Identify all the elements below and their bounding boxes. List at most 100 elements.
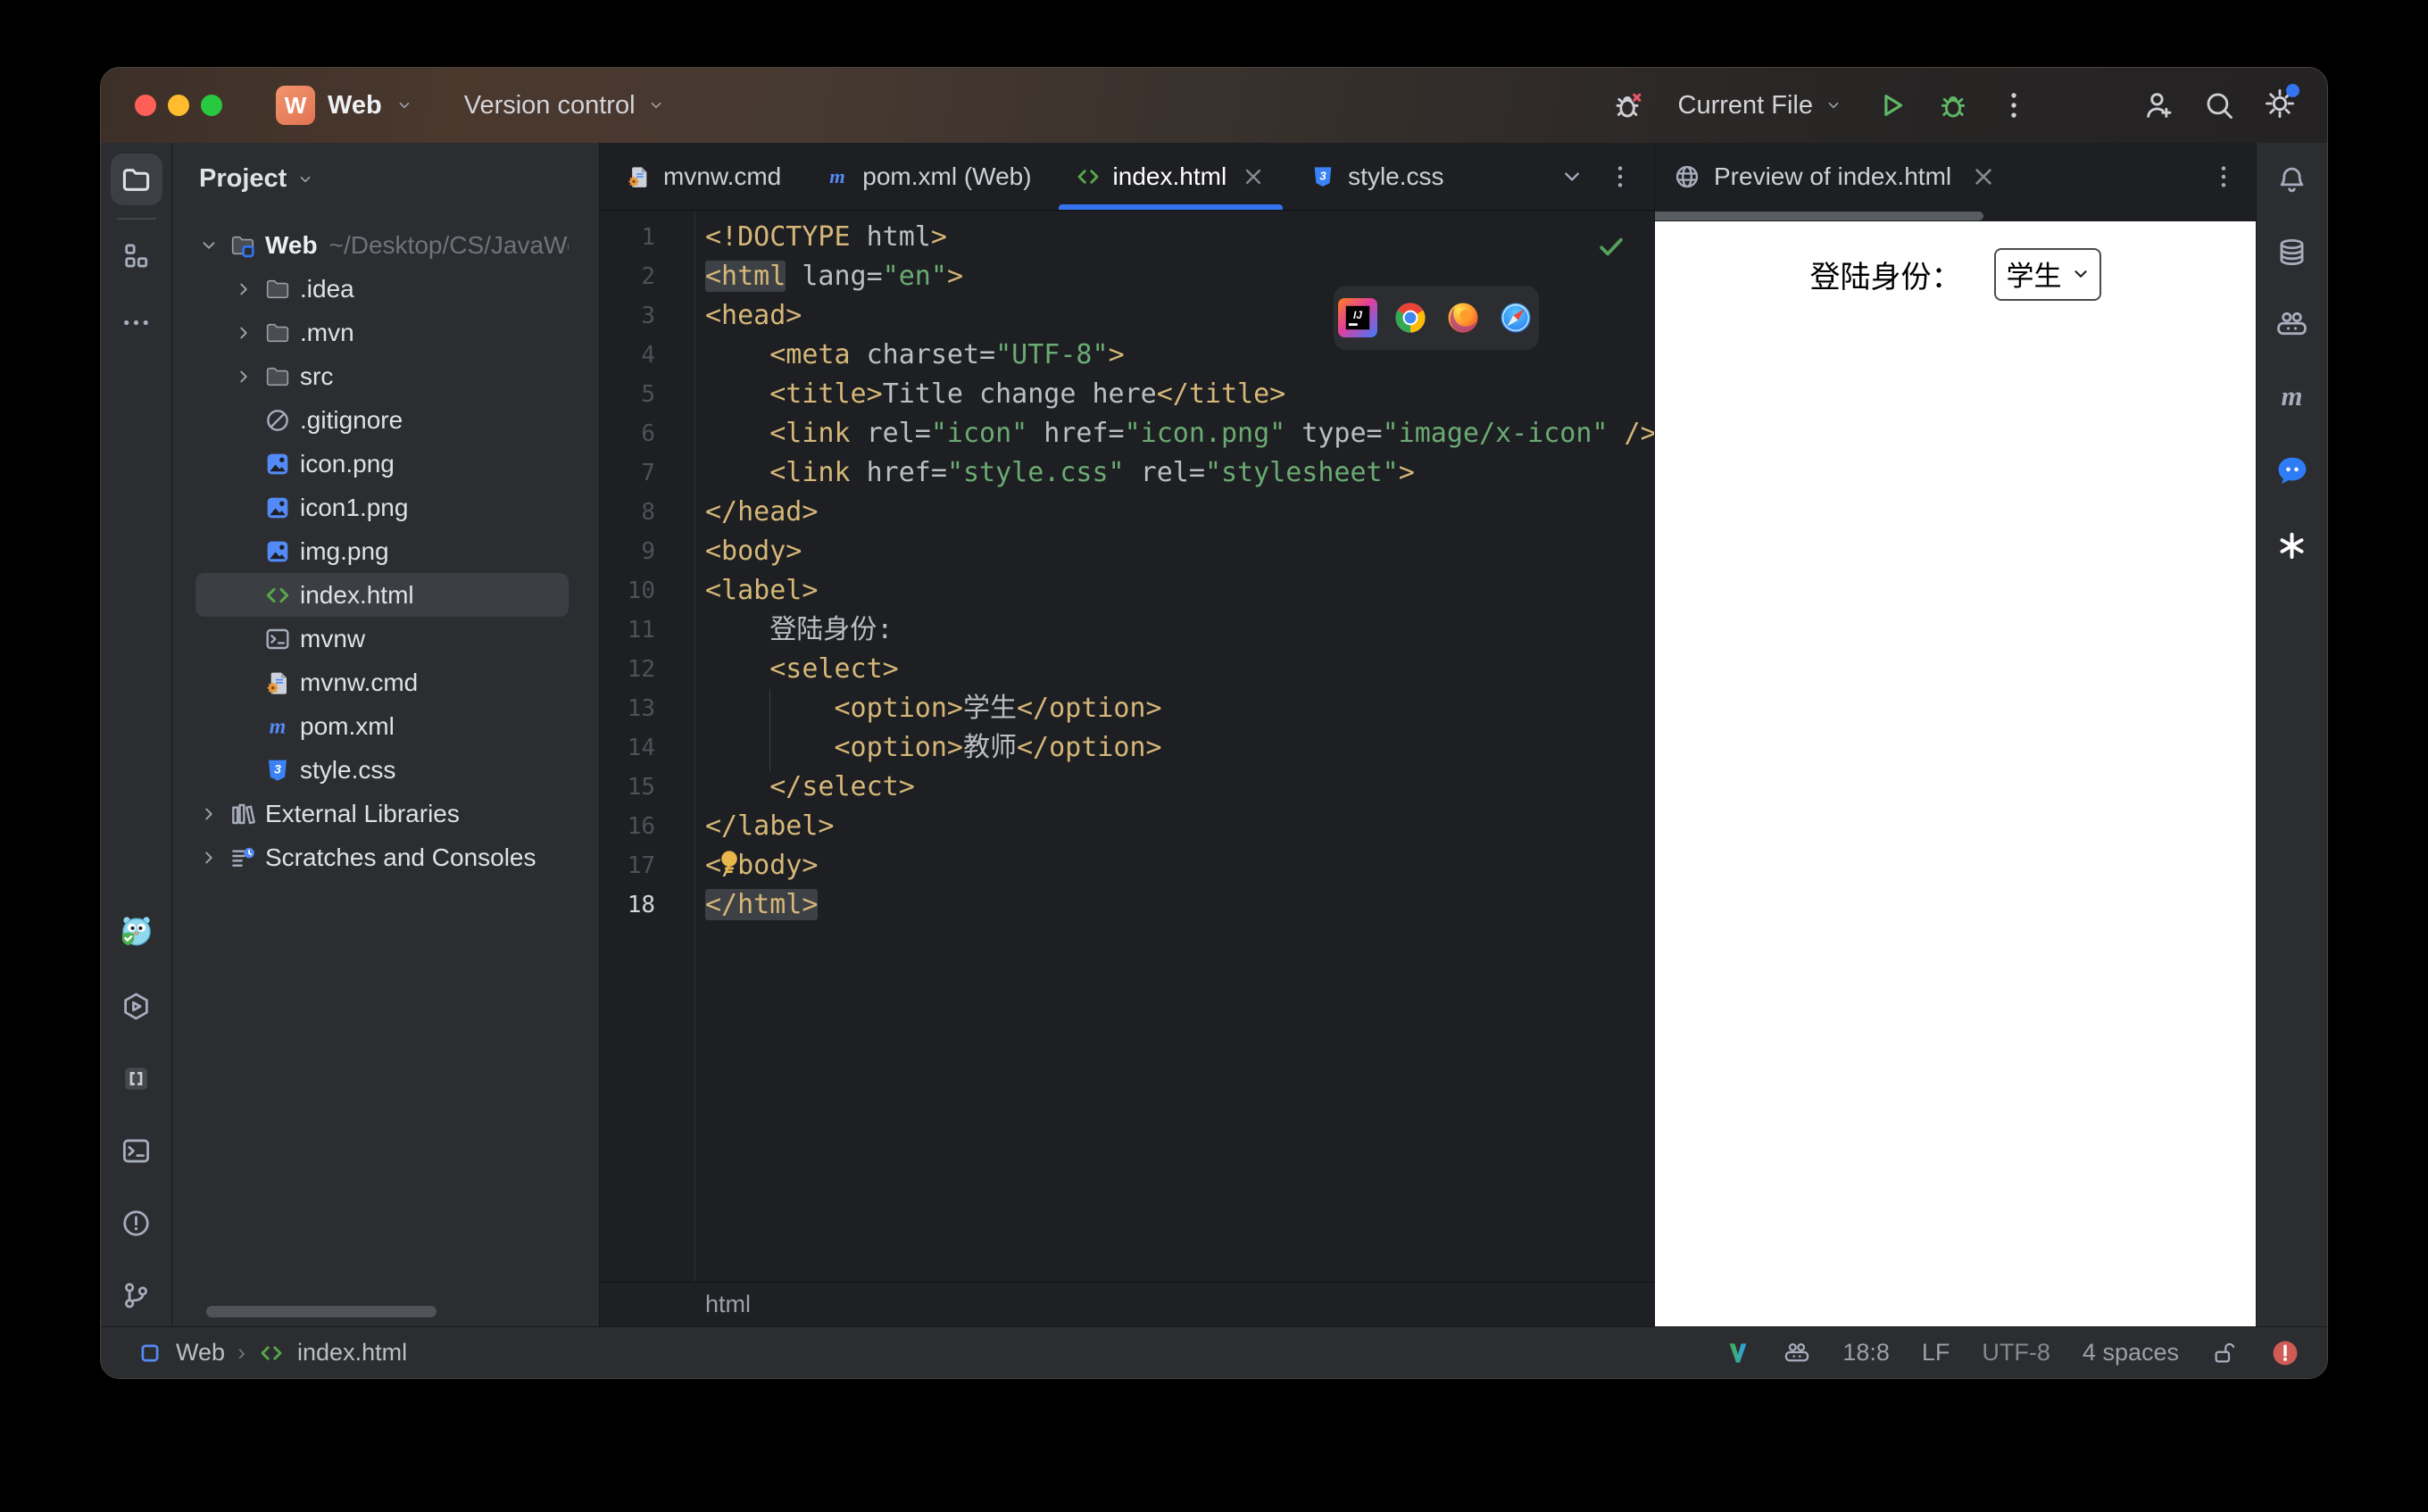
close-icon[interactable] xyxy=(1969,162,1998,191)
code-line-16[interactable]: 16 </label> xyxy=(600,807,1654,846)
identity-select[interactable]: 学生 xyxy=(1993,248,2101,301)
tree-item-img.png[interactable]: img.png xyxy=(195,529,569,573)
status-file[interactable]: index.html xyxy=(297,1339,407,1367)
unlock-icon[interactable] xyxy=(2211,1340,2238,1367)
profiler-disabled-icon[interactable] xyxy=(1612,88,1646,122)
code-line-9[interactable]: 9 <body> xyxy=(600,532,1654,571)
tree-item-icon.png[interactable]: icon.png xyxy=(195,442,569,486)
notifications-button[interactable] xyxy=(2275,163,2308,196)
tree-item-scratches-and-consoles[interactable]: Scratches and Consoles xyxy=(195,835,569,879)
chevron-right-icon[interactable] xyxy=(232,278,255,301)
chevron-right-icon[interactable] xyxy=(197,802,220,826)
code-line-1[interactable]: 1 <!DOCTYPE html> xyxy=(600,218,1654,257)
file-encoding[interactable]: UTF-8 xyxy=(1982,1339,2050,1367)
search-everywhere-button[interactable] xyxy=(2202,88,2236,122)
more-tool-windows-button[interactable] xyxy=(120,306,153,339)
code-line-8[interactable]: 8 </head> xyxy=(600,493,1654,532)
chevron-down-icon[interactable] xyxy=(295,170,315,189)
terminal-tool-window-button[interactable] xyxy=(120,1134,153,1167)
settings-button[interactable] xyxy=(2263,83,2299,125)
tree-item-mvnw[interactable]: mvnw xyxy=(195,617,569,660)
brackets-tool-window-button[interactable] xyxy=(120,1062,153,1095)
run-button[interactable] xyxy=(1875,88,1909,122)
editor-tab-pom.xml-web-[interactable]: m pom.xml (Web) xyxy=(802,143,1052,210)
tab-list-chevron-icon[interactable] xyxy=(1558,162,1586,191)
code-line-14[interactable]: 14 <option>教师</option> xyxy=(600,728,1654,768)
chevron-right-icon[interactable] xyxy=(197,846,220,869)
code-line-15[interactable]: 15 </select> xyxy=(600,768,1654,807)
inspections-ok-icon[interactable] xyxy=(1595,230,1627,262)
structure-tool-window-button[interactable] xyxy=(120,239,153,272)
code-line-11[interactable]: 11 登陆身份: xyxy=(600,611,1654,650)
code-line-10[interactable]: 10 <label> xyxy=(600,571,1654,611)
svg-text:m: m xyxy=(2282,381,2303,411)
horizontal-scrollbar[interactable] xyxy=(206,1306,437,1317)
more-actions-button[interactable] xyxy=(1997,88,2031,122)
code-line-5[interactable]: 5 <title>Title change here</title> xyxy=(600,375,1654,414)
openai-plugin-button[interactable] xyxy=(2275,529,2308,562)
vcs-widget[interactable]: Version control xyxy=(464,91,666,120)
chat-plugin-button[interactable] xyxy=(2274,453,2311,490)
tree-item-pom.xml[interactable]: m pom.xml xyxy=(195,704,569,748)
status-module[interactable]: Web xyxy=(176,1339,225,1367)
close-window-button[interactable] xyxy=(135,95,156,116)
tree-item-external-libraries[interactable]: External Libraries xyxy=(195,792,569,835)
tree-item-.mvn[interactable]: .mvn xyxy=(195,311,569,354)
safari-browser-icon[interactable] xyxy=(1496,298,1535,337)
tree-item-style.css[interactable]: 3 style.css xyxy=(195,748,569,792)
ai-assistant-button[interactable] xyxy=(2275,308,2308,341)
project-widget[interactable]: W Web xyxy=(276,86,414,125)
preview-tab[interactable]: Preview of index.html xyxy=(1655,143,2256,211)
code-with-me-button[interactable] xyxy=(2141,88,2175,122)
tree-item-web[interactable]: Web ~/Desktop/CS/JavaWeb xyxy=(195,223,569,267)
firefox-browser-icon[interactable] xyxy=(1443,298,1483,337)
tree-item-icon1.png[interactable]: icon1.png xyxy=(195,486,569,529)
indent-setting[interactable]: 4 spaces xyxy=(2083,1339,2179,1367)
image-icon xyxy=(263,494,292,522)
maven-tool-window-button[interactable]: m xyxy=(2275,380,2308,413)
tree-item-.idea[interactable]: .idea xyxy=(195,267,569,311)
error-indicator-icon[interactable] xyxy=(2270,1338,2300,1368)
line-number: 14 xyxy=(627,735,655,761)
breadcrumb-html[interactable]: html xyxy=(705,1291,751,1318)
minimize-window-button[interactable] xyxy=(168,95,189,116)
v-plugin-icon[interactable] xyxy=(1725,1340,1751,1367)
close-icon[interactable] xyxy=(1240,163,1267,190)
project-panel-title: Project xyxy=(199,164,287,193)
preview-options-button[interactable] xyxy=(2209,162,2238,191)
tree-item-.gitignore[interactable]: .gitignore xyxy=(195,398,569,442)
preview-scrollbar-thumb[interactable] xyxy=(1655,212,1983,220)
line-ending[interactable]: LF xyxy=(1922,1339,1950,1367)
debug-button[interactable] xyxy=(1936,88,1970,122)
code-line-18[interactable]: 18 </html> xyxy=(600,885,1654,925)
code-line-12[interactable]: 12 <select> xyxy=(600,650,1654,689)
code-line-17[interactable]: 17 </body> xyxy=(600,846,1654,885)
services-tool-window-button[interactable] xyxy=(120,990,153,1023)
zoom-window-button[interactable] xyxy=(201,95,222,116)
chevron-right-icon[interactable] xyxy=(232,365,255,388)
run-configuration-selector[interactable]: Current File xyxy=(1678,91,1844,120)
project-tool-window-button[interactable] xyxy=(110,154,162,205)
problems-tool-window-button[interactable] xyxy=(120,1207,153,1240)
tree-item-src[interactable]: src xyxy=(195,354,569,398)
chevron-down-icon[interactable] xyxy=(197,234,220,257)
code-editor[interactable]: 1 <!DOCTYPE html> 2 <html lang="en"> 3 <head>… xyxy=(600,211,1654,1282)
code-line-6[interactable]: 6 <link rel="icon" href="icon.png" type=… xyxy=(600,414,1654,453)
tab-options-button[interactable] xyxy=(1606,162,1634,191)
chrome-browser-icon[interactable] xyxy=(1391,298,1430,337)
version-control-tool-window-button[interactable] xyxy=(120,1279,153,1312)
editor-tab-index.html[interactable]: index.html xyxy=(1053,143,1289,210)
tree-item-index.html[interactable]: index.html xyxy=(195,573,569,617)
intellij-browser-icon[interactable]: IJ xyxy=(1337,298,1377,337)
editor-tab-mvnw.cmd[interactable]: mvnw.cmd xyxy=(603,143,802,210)
robot-status-icon[interactable] xyxy=(1784,1340,1810,1367)
plugin-mascot-button[interactable] xyxy=(117,911,156,951)
code-line-13[interactable]: 13 <option>学生</option> xyxy=(600,689,1654,728)
database-tool-window-button[interactable] xyxy=(2275,236,2308,269)
tree-item-mvnw.cmd[interactable]: mvnw.cmd xyxy=(195,660,569,704)
code-line-7[interactable]: 7 <link href="style.css" rel="stylesheet… xyxy=(600,453,1654,493)
editor-tab-style.css[interactable]: 3 style.css xyxy=(1288,143,1465,210)
chevron-right-icon[interactable] xyxy=(232,321,255,345)
caret-position[interactable]: 18:8 xyxy=(1842,1339,1890,1367)
intention-bulb-icon[interactable] xyxy=(714,846,744,876)
